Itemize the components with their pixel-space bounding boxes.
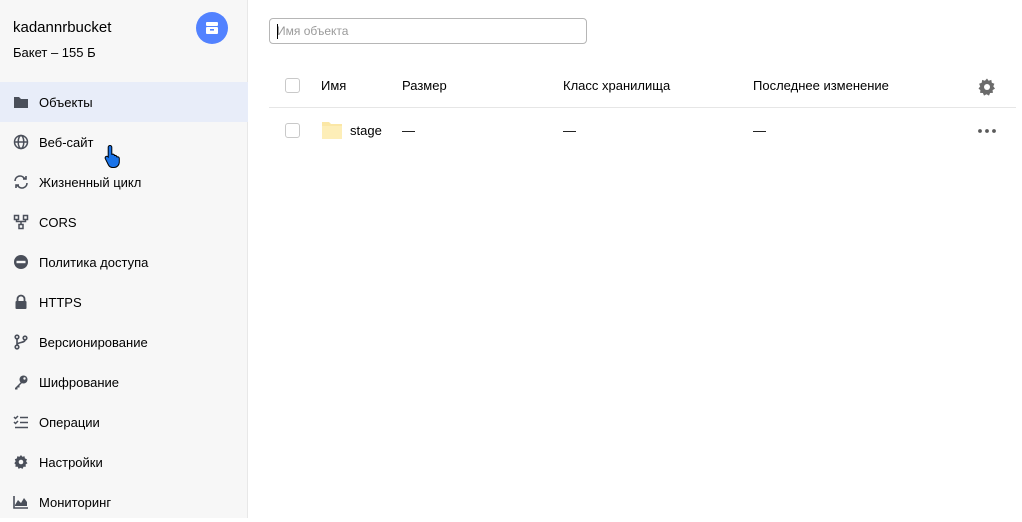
table-header: Имя Размер Класс хранилища Последнее изм…	[269, 66, 1016, 108]
sidebar-item-label: Настройки	[39, 454, 103, 470]
more-options-icon[interactable]	[977, 128, 997, 134]
bucket-icon	[196, 12, 228, 44]
branch-icon	[12, 333, 30, 351]
checklist-icon	[12, 413, 30, 431]
sidebar-item-label: Жизненный цикл	[39, 174, 142, 190]
bucket-name: kadannrbucket	[13, 19, 112, 36]
row-checkbox[interactable]	[285, 123, 300, 138]
sidebar-item-label: Мониторинг	[39, 494, 112, 510]
sidebar-item-monitoring[interactable]: Мониторинг	[0, 482, 248, 522]
sidebar-item-versioning[interactable]: Версионирование	[0, 322, 248, 362]
sidebar-item-cors[interactable]: CORS	[0, 202, 248, 242]
row-size: —	[402, 123, 415, 138]
sidebar-item-settings[interactable]: Настройки	[0, 442, 248, 482]
column-header-size[interactable]: Размер	[402, 78, 447, 93]
table-row[interactable]: stage — — —	[269, 110, 1016, 150]
no-entry-icon	[12, 253, 30, 271]
sidebar-item-objects[interactable]: Объекты	[0, 82, 248, 122]
cycle-icon	[12, 173, 30, 191]
sidebar-item-lifecycle[interactable]: Жизненный цикл	[0, 162, 248, 202]
hand-cursor-icon	[104, 144, 120, 168]
sidebar-item-label: Веб-сайт	[39, 134, 94, 150]
lock-icon	[12, 293, 30, 311]
sidebar-item-label: Объекты	[39, 94, 93, 110]
bucket-subtitle: Бакет – 155 Б	[13, 45, 96, 60]
sidebar-item-label: Операции	[39, 414, 100, 430]
folder-icon	[12, 93, 30, 111]
column-header-modified[interactable]: Последнее изменение	[753, 78, 889, 93]
chart-icon	[12, 493, 30, 511]
select-all-checkbox[interactable]	[285, 78, 300, 93]
sidebar-nav: Объекты Веб-сайт Жизненный цикл CORS Пол…	[0, 82, 248, 522]
column-header-storage-class[interactable]: Класс хранилища	[563, 78, 670, 93]
sidebar-item-https[interactable]: HTTPS	[0, 282, 248, 322]
sidebar-item-label: HTTPS	[39, 294, 82, 310]
column-header-name[interactable]: Имя	[321, 78, 346, 93]
gear-icon	[12, 453, 30, 471]
table-settings-gear-icon[interactable]	[977, 77, 997, 97]
text-caret	[277, 24, 278, 39]
row-modified: —	[753, 123, 766, 138]
sidebar-item-access-policy[interactable]: Политика доступа	[0, 242, 248, 282]
search-input[interactable]	[269, 18, 587, 44]
cors-icon	[12, 213, 30, 231]
row-storage-class: —	[563, 123, 576, 138]
sidebar: kadannrbucket Бакет – 155 Б Объекты Веб-…	[0, 0, 248, 518]
sidebar-item-label: Политика доступа	[39, 254, 149, 270]
globe-icon	[12, 133, 30, 151]
key-icon	[12, 373, 30, 391]
sidebar-item-label: CORS	[39, 214, 77, 230]
row-name[interactable]: stage	[350, 123, 382, 138]
sidebar-item-label: Версионирование	[39, 334, 148, 350]
folder-icon	[322, 122, 342, 139]
sidebar-item-label: Шифрование	[39, 374, 119, 390]
sidebar-item-operations[interactable]: Операции	[0, 402, 248, 442]
sidebar-item-website[interactable]: Веб-сайт	[0, 122, 248, 162]
sidebar-item-encryption[interactable]: Шифрование	[0, 362, 248, 402]
